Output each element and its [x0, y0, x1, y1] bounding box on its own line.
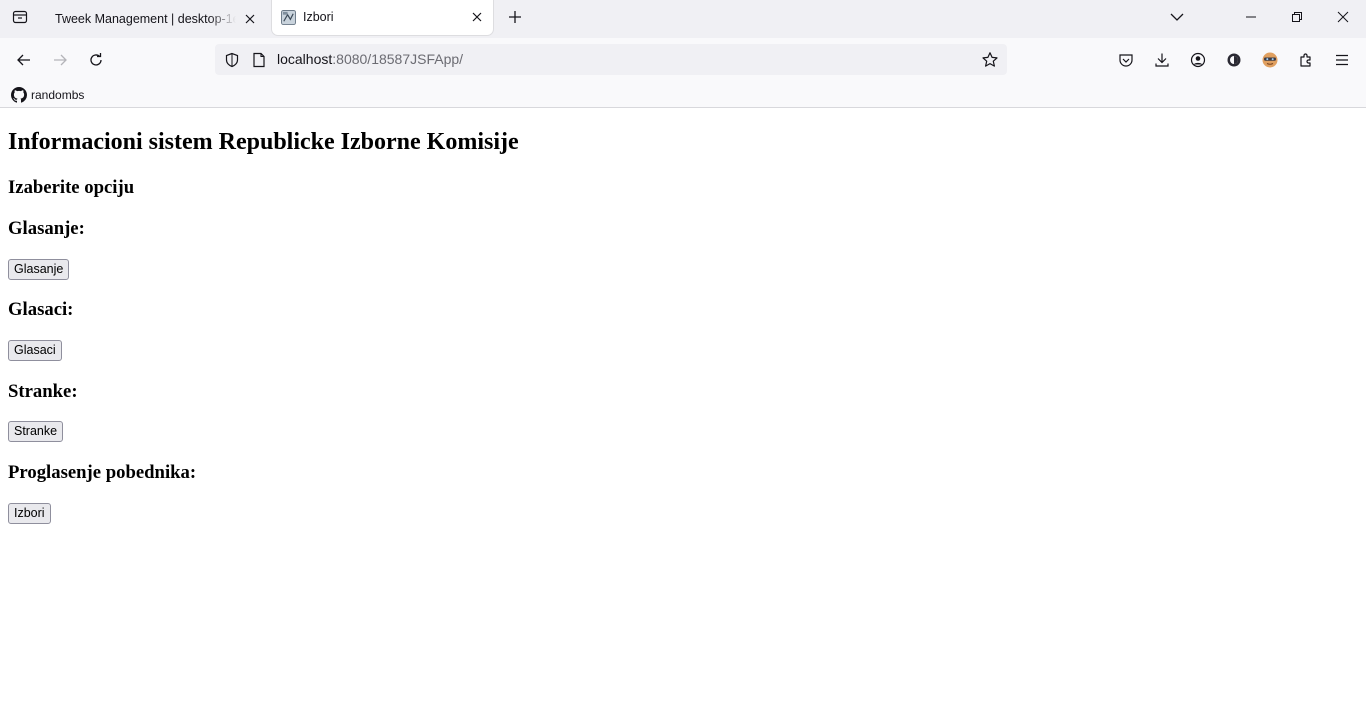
hamburger-menu-icon — [1336, 54, 1348, 66]
tab-strip: Tweek Management | desktop-1ei4u Izbori — [0, 0, 1366, 38]
minimize-icon — [1246, 16, 1256, 18]
close-icon — [1337, 11, 1349, 23]
shield-icon — [225, 52, 239, 68]
tab-izbori[interactable]: Izbori — [272, 0, 493, 35]
plus-icon — [509, 11, 521, 23]
close-tab-button[interactable] — [467, 7, 487, 27]
tab-tweek-management[interactable]: Tweek Management | desktop-1ei4u — [44, 0, 266, 38]
close-icon — [472, 12, 482, 22]
glasanje-button[interactable]: Glasanje — [8, 259, 70, 280]
extension-icon — [1227, 53, 1241, 67]
close-tab-button[interactable] — [240, 9, 260, 29]
url-text[interactable]: localhost:8080/18587JSFApp/ — [277, 51, 463, 67]
chevron-down-icon — [1170, 13, 1184, 21]
close-window-button[interactable] — [1320, 0, 1366, 34]
glasaci-button[interactable]: Glasaci — [8, 340, 62, 361]
pocket-button[interactable] — [1112, 46, 1140, 74]
back-button[interactable] — [10, 46, 38, 74]
close-icon — [245, 14, 255, 24]
app-menu-button[interactable] — [1328, 46, 1356, 74]
window-controls — [1160, 0, 1366, 34]
reload-button[interactable] — [82, 46, 110, 74]
list-all-tabs-button[interactable] — [1160, 0, 1194, 34]
section-heading-stranke: Stranke: — [8, 381, 78, 402]
extension-avatar-button[interactable] — [1256, 46, 1284, 74]
tab-title: Tweek Management | desktop-1ei4u — [55, 12, 236, 26]
account-button[interactable] — [1184, 46, 1212, 74]
bookmark-randombs[interactable]: randombs — [11, 85, 84, 104]
url-host: localhost — [277, 51, 333, 67]
forward-button[interactable] — [46, 46, 74, 74]
bookmarks-toolbar: randombs — [0, 82, 1366, 108]
site-info-button[interactable] — [249, 50, 269, 70]
section-heading-proglasenje: Proglasenje pobednika: — [8, 462, 197, 483]
download-icon — [1155, 53, 1169, 67]
puzzle-icon — [1300, 53, 1311, 67]
restore-icon — [1292, 12, 1302, 22]
firefox-view-button[interactable] — [8, 5, 32, 29]
reload-icon — [90, 53, 102, 66]
tracking-protection-button[interactable] — [222, 50, 242, 70]
page-favicon-icon — [281, 9, 296, 25]
arrow-right-icon — [54, 54, 67, 66]
minimize-button[interactable] — [1228, 0, 1274, 34]
account-icon — [1190, 52, 1206, 68]
arrow-left-icon — [17, 54, 30, 66]
izbori-button[interactable]: Izbori — [8, 503, 51, 524]
star-icon — [982, 52, 998, 67]
bookmark-star-button[interactable] — [979, 49, 1001, 71]
page-icon — [253, 52, 265, 68]
stranke-button[interactable]: Stranke — [8, 421, 64, 442]
page-subtitle: Izaberite opciju — [8, 177, 135, 198]
address-bar[interactable]: localhost:8080/18587JSFApp/ — [215, 44, 1007, 75]
section-heading-glasaci: Glasaci: — [8, 299, 74, 320]
section-heading-glasanje: Glasanje: — [8, 218, 85, 239]
extension-avatar-icon — [1262, 52, 1278, 68]
page-title: Informacioni sistem Republicke Izborne K… — [8, 129, 519, 155]
bookmark-label: randombs — [31, 87, 85, 102]
navigation-toolbar: localhost:8080/18587JSFApp/ — [0, 38, 1366, 82]
github-icon — [11, 86, 27, 103]
extension-darkreader-button[interactable] — [1220, 46, 1248, 74]
firefox-view-icon — [12, 10, 28, 24]
toolbar-actions — [1104, 46, 1356, 74]
pocket-icon — [1119, 54, 1133, 67]
extensions-button[interactable] — [1292, 46, 1320, 74]
tab-title: Izbori — [303, 10, 334, 24]
url-path: :8080/18587JSFApp/ — [332, 51, 464, 67]
downloads-button[interactable] — [1148, 46, 1176, 74]
restore-button[interactable] — [1274, 0, 1320, 34]
new-tab-button[interactable] — [504, 6, 526, 28]
